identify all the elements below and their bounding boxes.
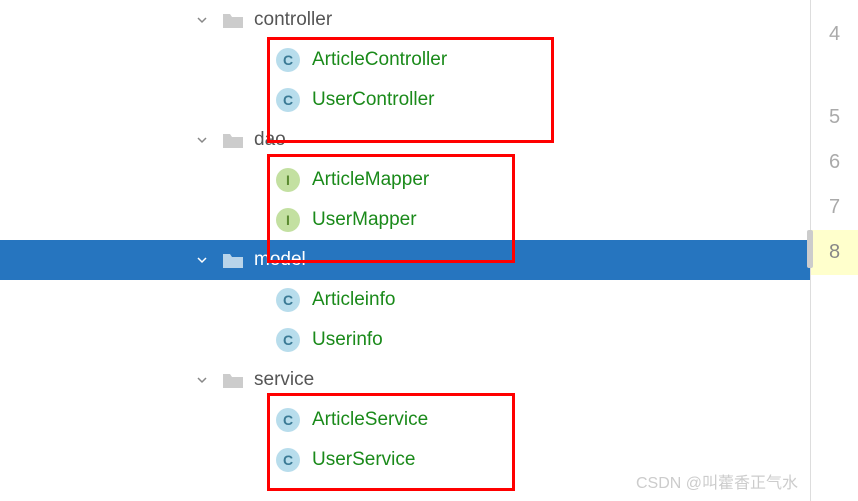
tree-item-articlemapper[interactable]: I ArticleMapper (0, 160, 810, 200)
class-icon: C (276, 448, 300, 472)
tree-item-usercontroller[interactable]: C UserController (0, 80, 810, 120)
project-tree: controller C ArticleController C UserCon… (0, 0, 810, 501)
tree-folder-dao[interactable]: dao (0, 120, 810, 160)
folder-label: model (254, 249, 306, 271)
chevron-down-icon (194, 372, 210, 388)
interface-icon: I (276, 208, 300, 232)
class-label: Userinfo (312, 329, 383, 351)
tree-folder-service[interactable]: service (0, 360, 810, 400)
chevron-down-icon (194, 12, 210, 28)
line-number: 7 (811, 185, 858, 230)
folder-icon (222, 251, 244, 269)
class-icon: C (276, 408, 300, 432)
folder-icon (222, 131, 244, 149)
class-icon: C (276, 288, 300, 312)
class-icon: C (276, 328, 300, 352)
folder-label: controller (254, 9, 332, 31)
tree-item-usermapper[interactable]: I UserMapper (0, 200, 810, 240)
tree-item-articleservice[interactable]: C ArticleService (0, 400, 810, 440)
folder-icon (222, 11, 244, 29)
scrollbar-indicator[interactable] (807, 230, 813, 268)
line-number-active: 8 (811, 230, 858, 275)
chevron-down-icon (194, 132, 210, 148)
line-number: 5 (811, 95, 858, 140)
tree-folder-controller[interactable]: controller (0, 0, 810, 40)
line-number: 6 (811, 140, 858, 185)
tree-folder-model[interactable]: model (0, 240, 810, 280)
folder-icon (222, 371, 244, 389)
interface-icon: I (276, 168, 300, 192)
watermark: CSDN @叫藿香正气水 (636, 469, 798, 493)
chevron-down-icon (194, 252, 210, 268)
folder-label: service (254, 369, 314, 391)
class-icon: C (276, 88, 300, 112)
tree-item-userinfo[interactable]: C Userinfo (0, 320, 810, 360)
line-number: 4 (811, 12, 858, 57)
tree-item-articleinfo[interactable]: C Articleinfo (0, 280, 810, 320)
class-label: UserController (312, 89, 434, 111)
class-label: Articleinfo (312, 289, 395, 311)
class-label: ArticleService (312, 409, 428, 431)
editor-gutter: 4 5 6 7 8 (810, 0, 858, 501)
class-label: ArticleMapper (312, 169, 429, 191)
class-label: ArticleController (312, 49, 447, 71)
class-icon: C (276, 48, 300, 72)
class-label: UserService (312, 449, 415, 471)
tree-item-articlecontroller[interactable]: C ArticleController (0, 40, 810, 80)
folder-label: dao (254, 129, 286, 151)
class-label: UserMapper (312, 209, 417, 231)
